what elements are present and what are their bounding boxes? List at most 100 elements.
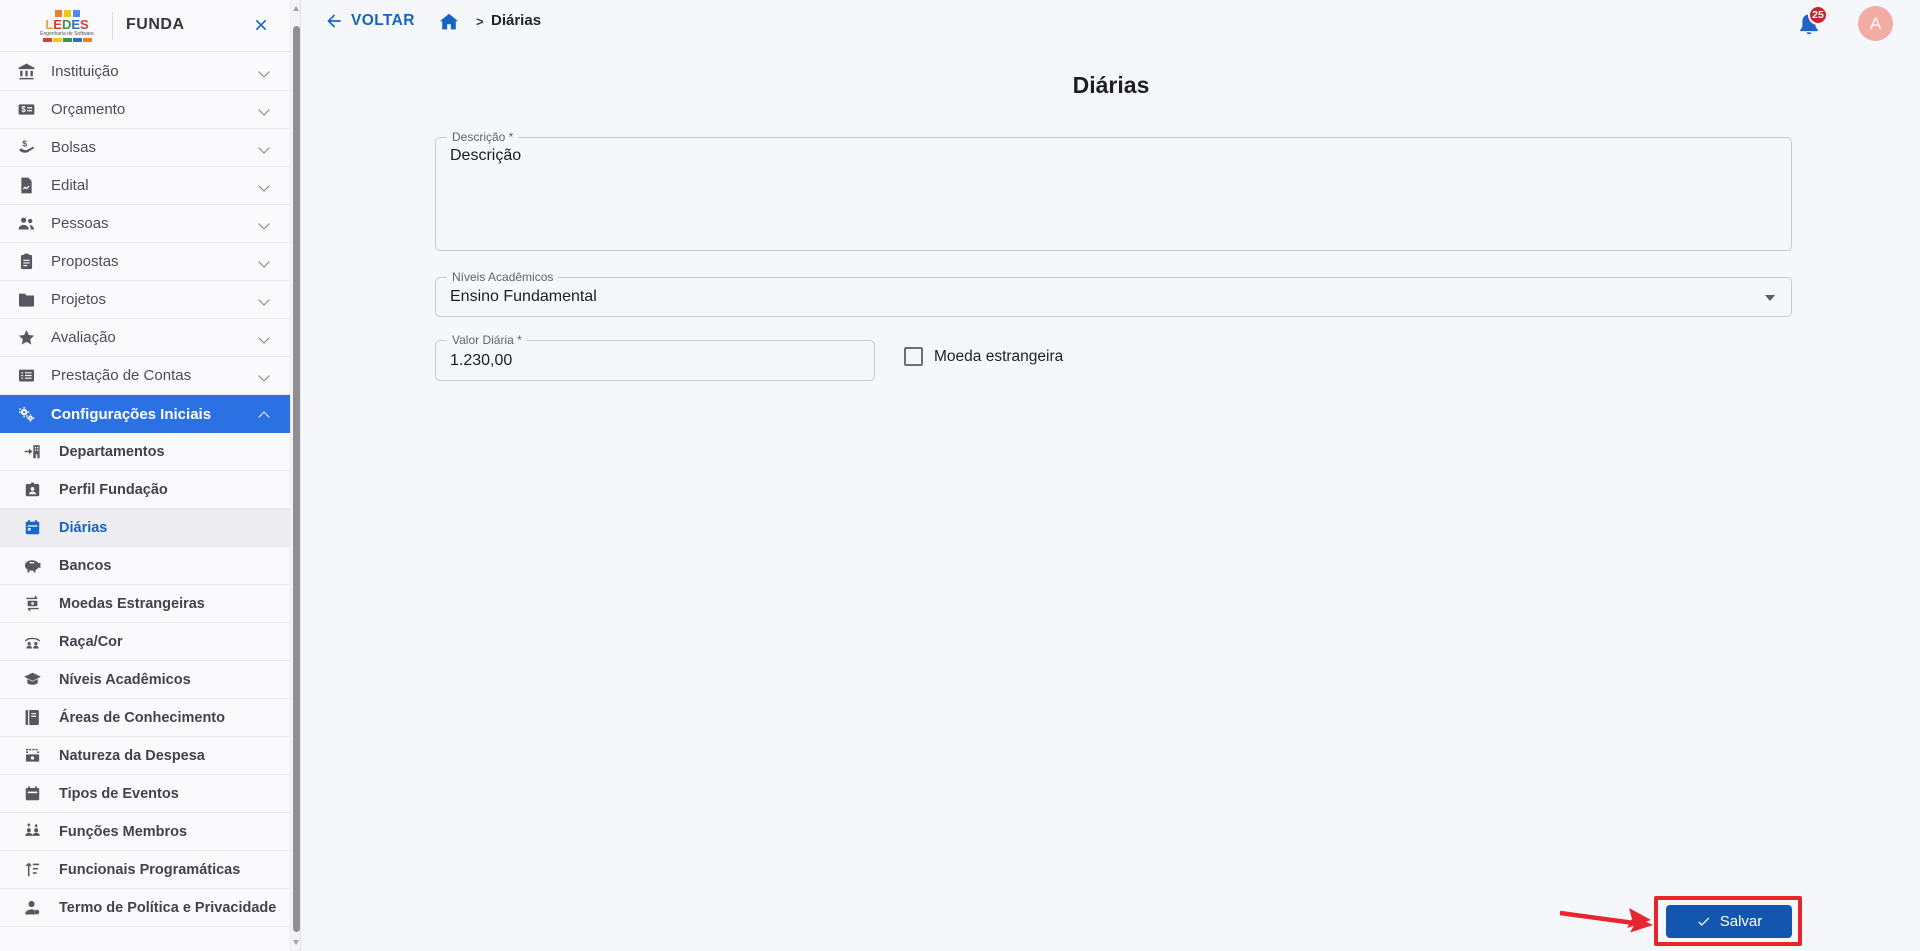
moeda-estrangeira-row[interactable]: Moeda estrangeira <box>904 347 1063 366</box>
notification-badge: 25 <box>1808 5 1828 25</box>
sidebar-item-configuracoes-iniciais[interactable]: Configurações Iniciais <box>0 395 290 433</box>
moeda-estrangeira-label: Moeda estrangeira <box>934 347 1064 365</box>
list-icon <box>15 365 37 387</box>
calendar-alt-icon <box>21 783 43 805</box>
badge-icon <box>21 479 43 501</box>
sidebar-subitem-moedas-estrangeiras[interactable]: Moedas Estrangeiras <box>0 585 290 623</box>
descricao-label: Descrição * <box>447 130 519 144</box>
money-card-icon: $ <box>15 99 37 121</box>
scrollbar-up-arrow[interactable] <box>293 6 299 11</box>
svg-text:$: $ <box>22 138 27 148</box>
sort-list-icon <box>21 859 43 881</box>
hand-dollar-icon: $ <box>15 137 37 159</box>
graduation-cap-icon <box>21 669 43 691</box>
sidebar-subitem-termo-de-politica-e-privacidade[interactable]: Termo de Política e Privacidade <box>0 889 290 927</box>
star-icon <box>15 327 37 349</box>
arrow-left-icon <box>324 11 344 31</box>
sidebar-subitem-perfil-fundacao[interactable]: Perfil Fundação <box>0 471 290 509</box>
breadcrumb-separator: > <box>476 14 484 29</box>
descricao-field: Descrição * <box>435 130 1792 251</box>
sidebar-subitem-tipos-de-eventos[interactable]: Tipos de Eventos <box>0 775 290 813</box>
valor-diaria-label: Valor Diária * <box>447 333 527 347</box>
logo-strip <box>42 38 92 42</box>
sidebar-subitem-areas-de-conhecimento[interactable]: Áreas de Conhecimento <box>0 699 290 737</box>
logo-subtitle: Engenharia de Software <box>40 31 94 37</box>
sidebar-item-bolsas[interactable]: $ Bolsas <box>0 129 290 167</box>
sidebar-subitem-departamentos[interactable]: Departamentos <box>0 433 290 471</box>
person-privacy-icon <box>21 897 43 919</box>
members-arrows-icon <box>21 821 43 843</box>
sidebar-nav: Instituição $ Orçamento $ Bolsas Edital … <box>0 53 290 927</box>
niveis-academicos-value: Ensino Fundamental <box>450 288 597 305</box>
bank-icon <box>15 61 37 83</box>
sidebar-item-avaliacao[interactable]: Avaliação <box>0 319 290 357</box>
gears-icon <box>15 403 37 425</box>
sidebar: LEDES Engenharia de Software FUNDA Insti… <box>0 0 290 951</box>
app-title: FUNDA <box>126 16 185 33</box>
chevron-up-icon <box>258 411 270 423</box>
close-sidebar-button[interactable] <box>250 15 272 37</box>
chevron-down-icon <box>258 104 270 116</box>
notifications-button[interactable]: 25 <box>1796 5 1828 39</box>
header-divider <box>112 12 113 40</box>
sidebar-subitem-natureza-da-despesa[interactable]: Natureza da Despesa <box>0 737 290 775</box>
sidebar-item-pessoas[interactable]: Pessoas <box>0 205 290 243</box>
chevron-down-icon <box>258 66 270 78</box>
user-avatar[interactable]: A <box>1858 6 1893 41</box>
sidebar-item-instituicao[interactable]: Instituição <box>0 53 290 91</box>
page-title: Diárias <box>1072 72 1150 98</box>
breadcrumb-current: Diárias <box>491 12 542 29</box>
folder-icon <box>15 289 37 311</box>
sidebar-item-orcamento[interactable]: $ Orçamento <box>0 91 290 129</box>
book-icon <box>21 707 43 729</box>
dropdown-caret-icon <box>1765 295 1775 301</box>
sidebar-subitem-funcoes-membros[interactable]: Funções Membros <box>0 813 290 851</box>
logo-word: LEDES <box>45 17 89 32</box>
sidebar-subitem-niveis-academicos[interactable]: Níveis Acadêmicos <box>0 661 290 699</box>
chevron-down-icon <box>258 294 270 306</box>
chevron-down-icon <box>258 142 270 154</box>
back-button-label: VOLTAR <box>351 12 415 29</box>
sidebar-subitem-bancos[interactable]: Bancos <box>0 547 290 585</box>
sidebar-header: LEDES Engenharia de Software FUNDA <box>0 0 290 52</box>
back-button[interactable]: VOLTAR <box>324 11 415 31</box>
sidebar-subitem-raca-cor[interactable]: Raça/Cor <box>0 623 290 661</box>
niveis-academicos-select[interactable]: Níveis Acadêmicos Ensino Fundamental <box>435 270 1792 317</box>
logo-tiles <box>54 10 80 17</box>
chevron-down-icon <box>258 218 270 230</box>
sidebar-item-prestacao-de-contas[interactable]: Prestação de Contas <box>0 357 290 395</box>
sidebar-subitem-funcionais-programaticas[interactable]: Funcionais Programáticas <box>0 851 290 889</box>
people-icon <box>15 213 37 235</box>
sidebar-item-edital[interactable]: Edital <box>0 167 290 205</box>
ledes-logo: LEDES Engenharia de Software <box>28 3 106 49</box>
cash-icon <box>21 745 43 767</box>
home-button[interactable] <box>438 10 462 34</box>
chevron-down-icon <box>258 370 270 382</box>
chevron-down-icon <box>258 256 270 268</box>
sidebar-item-projetos[interactable]: Projetos <box>0 281 290 319</box>
sidebar-scrollbar[interactable] <box>290 0 301 951</box>
scrollbar-down-arrow[interactable] <box>293 940 299 945</box>
chevron-down-icon <box>258 180 270 192</box>
main-content: VOLTAR > Diárias 25 A Diárias Descrição … <box>302 0 1920 951</box>
annotation-arrow <box>1559 908 1653 933</box>
clipboard-icon <box>15 251 37 273</box>
sidebar-item-propostas[interactable]: Propostas <box>0 243 290 281</box>
document-icon <box>15 175 37 197</box>
calendar-icon <box>21 517 43 539</box>
moeda-estrangeira-checkbox[interactable] <box>904 347 923 366</box>
descricao-input[interactable] <box>436 138 1791 250</box>
valor-diaria-field: Valor Diária * <box>435 333 875 381</box>
save-button-label: Salvar <box>1719 913 1763 930</box>
piggy-bank-icon <box>21 555 43 577</box>
close-icon <box>251 19 271 38</box>
currency-exchange-icon <box>21 593 43 615</box>
family-icon <box>21 631 43 653</box>
building-arrow-icon <box>21 441 43 463</box>
scrollbar-thumb[interactable] <box>293 26 300 932</box>
save-button[interactable]: Salvar <box>1666 905 1792 938</box>
home-icon <box>438 11 462 33</box>
sidebar-subitem-diarias[interactable]: Diárias <box>0 509 290 547</box>
svg-text:$: $ <box>21 105 26 114</box>
chevron-down-icon <box>258 332 270 344</box>
